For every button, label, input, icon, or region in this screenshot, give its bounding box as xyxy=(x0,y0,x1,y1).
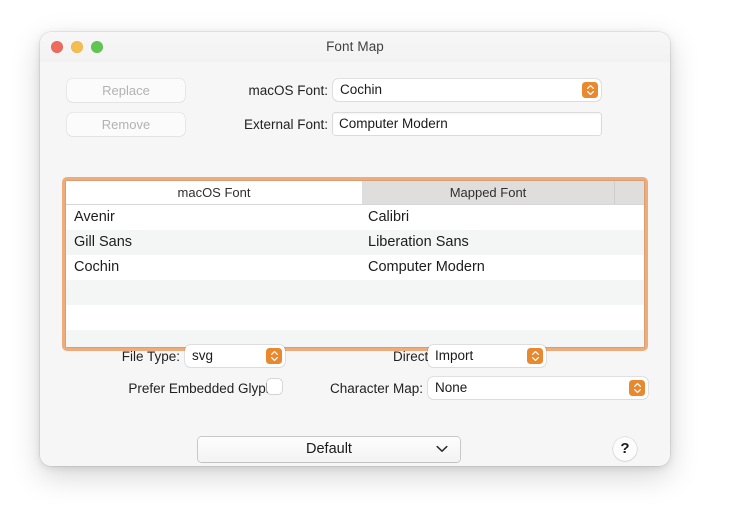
macos-font-combobox[interactable]: Cochin xyxy=(333,79,601,101)
cell-macos-font xyxy=(74,280,362,305)
file-type-combobox[interactable]: svg xyxy=(185,345,285,367)
table-header-row: macOS Font Mapped Font xyxy=(66,181,644,205)
column-header-macos-font[interactable]: macOS Font xyxy=(66,181,362,204)
dialog-body: Replace Remove macOS Font: Cochin Extern… xyxy=(40,62,670,466)
cell-mapped-font: Computer Modern xyxy=(368,259,485,275)
cell-macos-font: Gill Sans xyxy=(74,234,133,250)
chevron-up-icon xyxy=(586,85,594,90)
table-row[interactable]: Gill Sans Liberation Sans xyxy=(66,230,644,255)
cell-macos-font: Avenir xyxy=(74,209,115,225)
window-title: Font Map xyxy=(326,39,384,54)
cell-macos-font xyxy=(74,305,362,330)
chevron-up-icon xyxy=(270,351,278,356)
direction-label: Direction: xyxy=(392,349,450,364)
external-font-value: Computer Modern xyxy=(339,116,448,131)
chevron-up-icon xyxy=(531,351,539,356)
chevron-down-icon xyxy=(531,356,539,361)
prefer-embedded-glyphs-label: Prefer Embedded Glyphs xyxy=(128,381,280,396)
table-row[interactable]: Cochin Computer Modern xyxy=(66,255,644,280)
chevron-down-icon xyxy=(270,356,278,361)
external-font-input[interactable]: Computer Modern xyxy=(333,113,601,135)
title-bar: Font Map xyxy=(40,32,670,62)
stepper-up-down-icon[interactable] xyxy=(527,348,543,364)
file-type-value: svg xyxy=(192,348,214,363)
chevron-down-icon xyxy=(633,388,641,393)
direction-combobox[interactable]: Import xyxy=(428,345,546,367)
column-header-spacer xyxy=(614,181,644,204)
cell-mapped-font: Calibri xyxy=(368,209,410,225)
macos-font-label: macOS Font: xyxy=(248,83,328,98)
table-row-empty[interactable] xyxy=(66,305,644,330)
macos-font-value: Cochin xyxy=(340,82,383,97)
help-button[interactable]: ? xyxy=(613,437,637,461)
character-map-value: None xyxy=(435,380,468,395)
cell-mapped-font xyxy=(368,305,638,330)
preset-value: Default xyxy=(306,441,352,457)
table-row[interactable]: Avenir Calibri xyxy=(66,205,644,230)
font-map-table[interactable]: macOS Font Mapped Font Avenir Calibri Gi… xyxy=(66,181,644,347)
cell-mapped-font: Liberation Sans xyxy=(368,234,469,250)
stepper-up-down-icon[interactable] xyxy=(629,380,645,396)
font-map-table-focus-ring: macOS Font Mapped Font Avenir Calibri Gi… xyxy=(62,177,648,351)
character-map-combobox[interactable]: None xyxy=(428,377,648,399)
chevron-up-icon xyxy=(633,383,641,388)
table-row-empty[interactable] xyxy=(66,280,644,305)
external-font-label: External Font: xyxy=(243,117,328,132)
character-map-label: Character Map: xyxy=(329,381,423,396)
table-row-empty[interactable] xyxy=(66,330,644,347)
cell-mapped-font xyxy=(368,280,638,305)
font-map-window: Font Map Replace Remove macOS Font: Coch… xyxy=(40,32,670,466)
file-type-label: File Type: xyxy=(121,349,180,364)
chevron-down-icon xyxy=(586,90,594,95)
cell-macos-font: Cochin xyxy=(74,259,120,275)
preset-popup-button[interactable]: Default xyxy=(198,437,460,462)
stepper-up-down-icon[interactable] xyxy=(266,348,282,364)
chevron-down-icon xyxy=(436,445,448,452)
stepper-up-down-icon[interactable] xyxy=(582,82,598,98)
column-header-mapped-font[interactable]: Mapped Font xyxy=(362,181,614,204)
direction-value: Import xyxy=(435,348,474,363)
